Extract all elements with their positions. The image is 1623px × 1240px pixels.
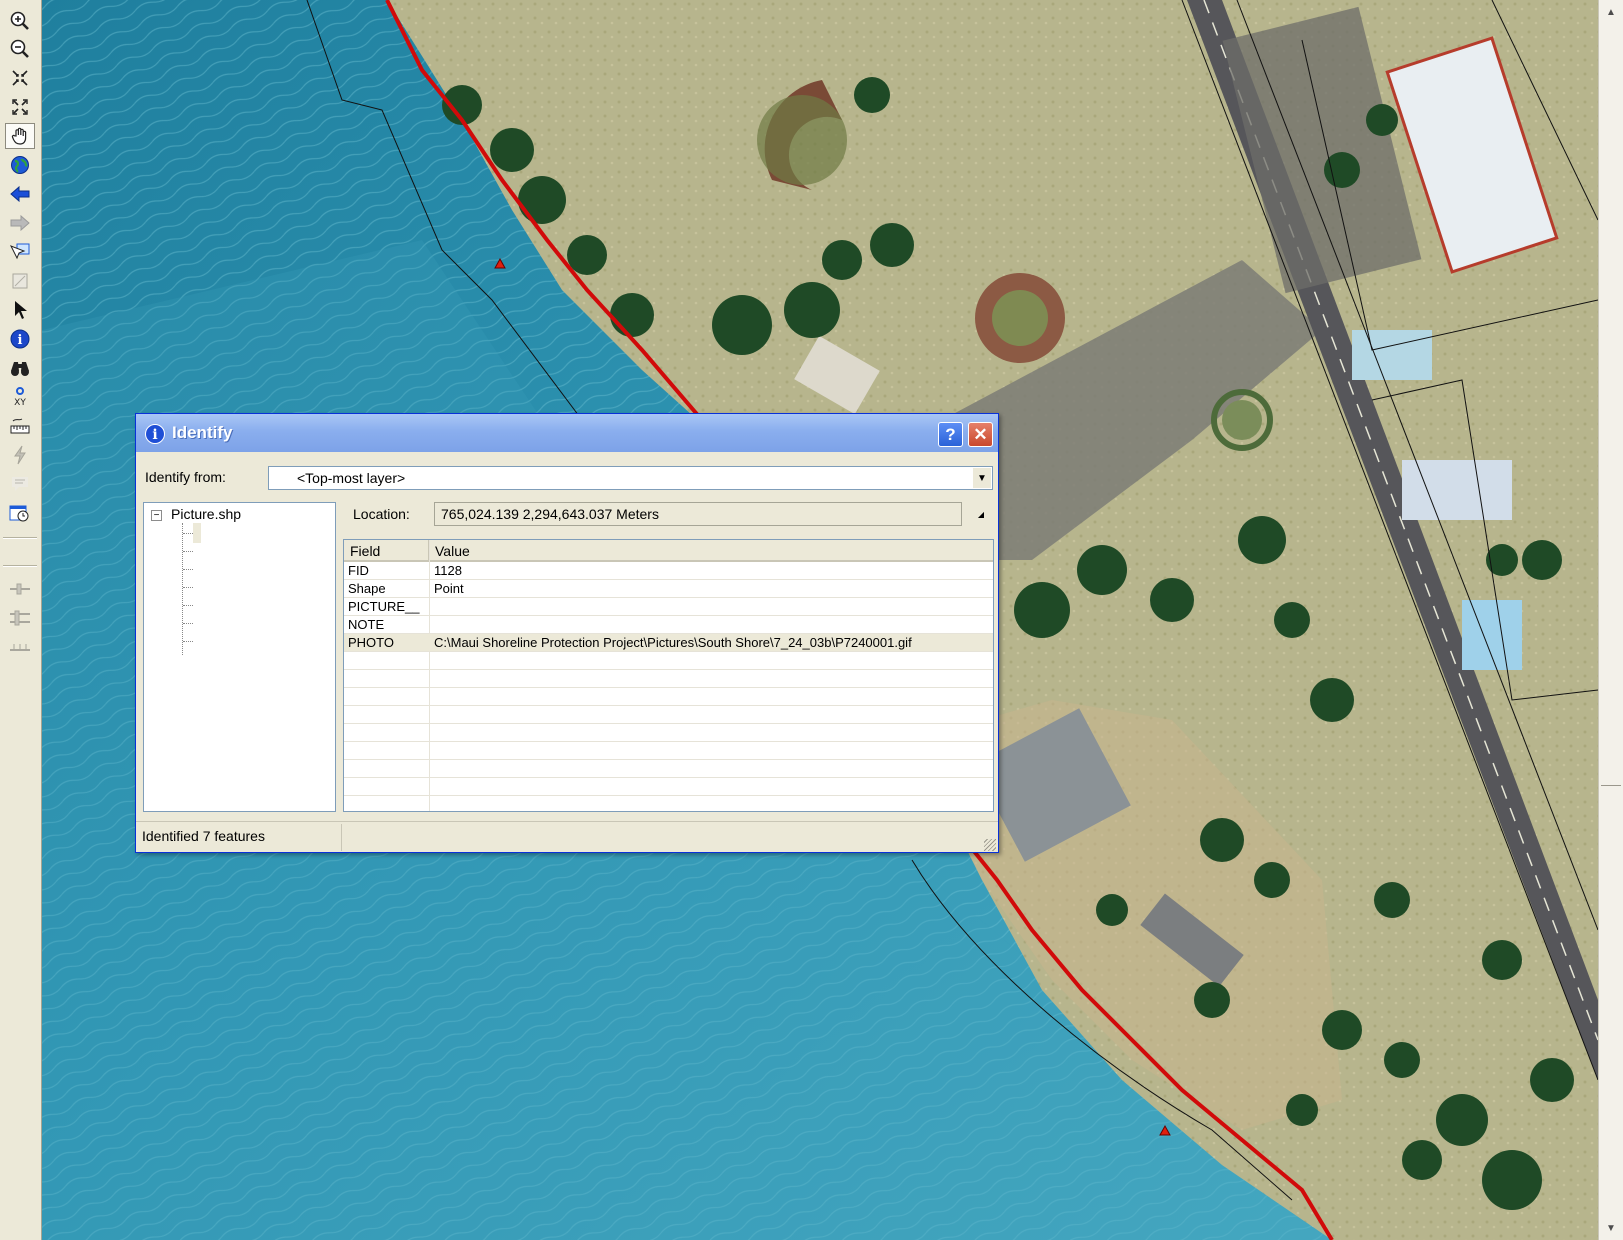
find-binoculars-icon[interactable]: [5, 355, 35, 381]
resize-grip-icon[interactable]: [984, 839, 996, 851]
tree-selected-feature[interactable]: [193, 523, 201, 543]
svg-text:i: i: [18, 333, 23, 348]
attributes-table: Field Value FID 1128 Shape Point PICTURE…: [343, 539, 994, 812]
results-tree[interactable]: − Picture.shp: [143, 502, 336, 812]
field-cell: Shape: [348, 581, 386, 596]
scroll-up-arrow-icon[interactable]: ▲: [1601, 2, 1621, 22]
time-slider-icon[interactable]: [5, 500, 35, 526]
value-cell: C:\Maui Shoreline Protection Project\Pic…: [434, 635, 912, 650]
scroll-thumb[interactable]: [1601, 785, 1621, 800]
location-field: 765,024.139 2,294,643.037 Meters: [434, 502, 962, 526]
close-button[interactable]: ✕: [968, 422, 993, 447]
tree-layer-node[interactable]: Picture.shp: [171, 506, 241, 522]
table-row-empty: [344, 724, 993, 742]
table-row-empty: [344, 760, 993, 778]
select-elements-pointer-icon[interactable]: [5, 297, 35, 323]
help-button[interactable]: ?: [938, 422, 963, 447]
field-cell: NOTE: [348, 617, 385, 632]
table-row[interactable]: NOTE: [344, 616, 993, 634]
table-row[interactable]: Shape Point: [344, 580, 993, 598]
tree-connector: [183, 623, 193, 624]
value-cell: 1128: [434, 563, 462, 578]
value-cell: Point: [434, 581, 464, 596]
clear-selection-icon[interactable]: [5, 268, 35, 294]
location-label: Location:: [353, 506, 410, 522]
location-options-icon[interactable]: ◢: [975, 507, 987, 521]
full-extent-globe-icon[interactable]: [5, 152, 35, 178]
field-cell: PHOTO: [348, 635, 394, 650]
dialog-title: Identify: [172, 423, 233, 442]
effects-slider-3-icon[interactable]: [5, 634, 35, 660]
table-row-empty: [344, 706, 993, 724]
go-to-xy-icon[interactable]: XY: [5, 384, 35, 410]
identify-info-icon[interactable]: i: [5, 326, 35, 352]
measure-ruler-icon[interactable]: [5, 413, 35, 439]
value-cell: [434, 616, 989, 634]
field-cell: PICTURE__: [348, 599, 420, 614]
table-row-empty: [344, 796, 993, 811]
effects-slider-1-icon[interactable]: [5, 576, 35, 602]
zoom-in-icon[interactable]: [5, 8, 35, 34]
table-header: Field Value: [344, 540, 993, 562]
field-cell: FID: [348, 563, 369, 578]
value-cell: [434, 598, 989, 616]
tree-connector: [182, 523, 183, 655]
collapse-icon[interactable]: −: [151, 510, 162, 521]
tools-toolbar: i XY: [0, 0, 42, 1240]
identified-count: Identified 7 features: [142, 828, 265, 844]
table-row[interactable]: FID 1128: [344, 562, 993, 580]
vertical-scrollbar[interactable]: ▲ ▼: [1598, 0, 1623, 1240]
tree-connector: [183, 641, 193, 642]
back-arrow-icon[interactable]: [5, 181, 35, 207]
table-row-empty: [344, 688, 993, 706]
pan-hand-icon[interactable]: [5, 123, 35, 149]
dialog-titlebar[interactable]: i Identify ? ✕: [136, 414, 998, 452]
table-row-empty: [344, 742, 993, 760]
table-row[interactable]: PHOTO C:\Maui Shoreline Protection Proje…: [344, 634, 993, 652]
identify-from-value: <Top-most layer>: [297, 470, 406, 486]
effects-slider-2-icon[interactable]: [5, 605, 35, 631]
location-value: 765,024.139 2,294,643.037 Meters: [441, 506, 659, 522]
tree-connector: [183, 605, 193, 606]
table-row[interactable]: PICTURE__: [344, 598, 993, 616]
dialog-status-bar: Identified 7 features: [136, 821, 998, 853]
status-divider: [341, 824, 342, 851]
zoom-out-icon[interactable]: [5, 36, 35, 62]
scroll-down-arrow-icon[interactable]: ▼: [1601, 1218, 1621, 1238]
toolbar-separator: [3, 537, 37, 539]
tree-connector: [183, 587, 193, 588]
identify-from-label: Identify from:: [145, 469, 226, 485]
tree-connector: [183, 533, 193, 534]
select-features-icon[interactable]: [5, 239, 35, 265]
table-row-empty: [344, 670, 993, 688]
table-row-empty: [344, 652, 993, 670]
chevron-down-icon[interactable]: ▼: [973, 468, 991, 488]
hyperlink-lightning-icon[interactable]: [5, 442, 35, 468]
tree-connector: [183, 551, 193, 552]
fixed-zoom-in-icon[interactable]: [5, 65, 35, 91]
tree-connector: [183, 569, 193, 570]
column-header-field[interactable]: Field: [344, 540, 429, 562]
table-row-empty: [344, 778, 993, 796]
toolbar-separator: [3, 565, 37, 567]
info-icon: i: [145, 424, 165, 444]
forward-arrow-icon[interactable]: [5, 210, 35, 236]
svg-text:XY: XY: [14, 398, 26, 408]
identify-from-dropdown[interactable]: <Top-most layer> ▼: [268, 466, 993, 490]
identify-dialog: i Identify ? ✕ Identify from: <Top-most …: [135, 413, 999, 853]
html-popup-icon[interactable]: [5, 471, 35, 497]
column-header-value[interactable]: Value: [429, 540, 993, 562]
fixed-zoom-out-icon[interactable]: [5, 94, 35, 120]
